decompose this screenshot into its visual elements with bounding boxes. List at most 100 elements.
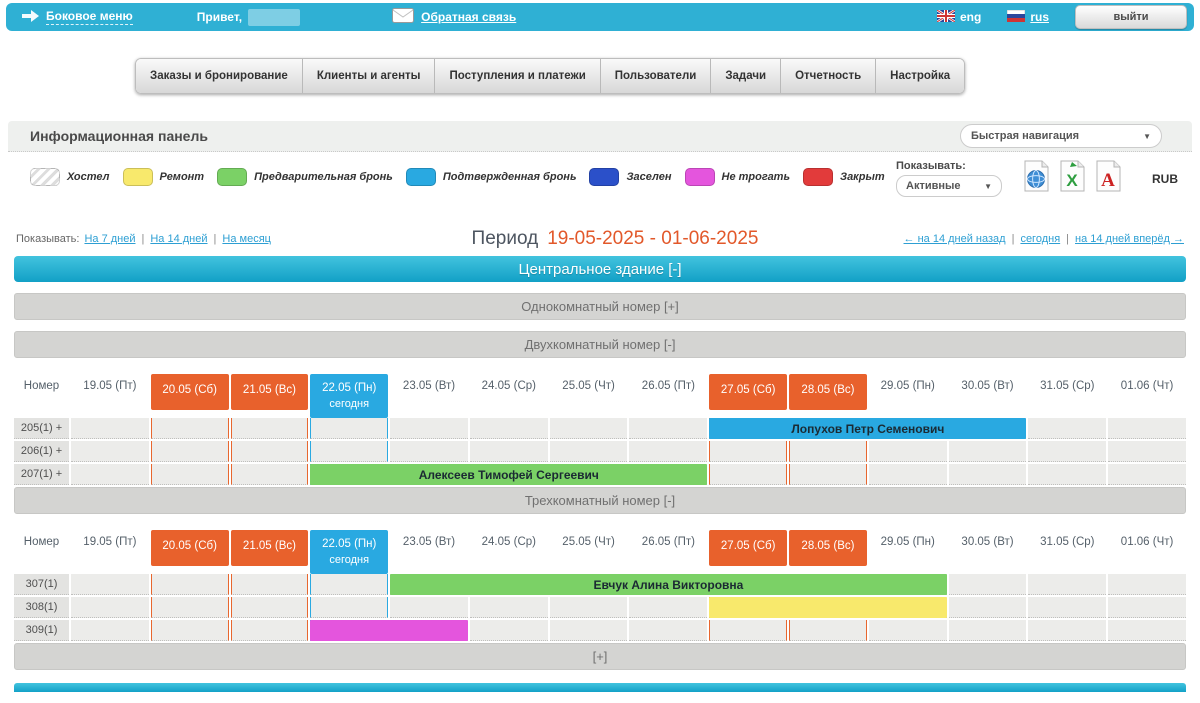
feedback-link[interactable]: Обратная связь <box>392 8 516 26</box>
period-nav-link[interactable]: сегодня <box>1006 233 1061 245</box>
day-cell[interactable] <box>71 441 149 462</box>
day-cell[interactable] <box>629 418 707 439</box>
day-cell[interactable] <box>151 620 229 641</box>
logout-button[interactable]: выйти <box>1075 5 1187 29</box>
day-cell[interactable] <box>310 418 388 439</box>
day-cell[interactable] <box>949 620 1027 641</box>
next-building-header-cutoff[interactable] <box>14 683 1186 692</box>
day-cell[interactable] <box>310 574 388 595</box>
nav-tab[interactable]: Заказы и бронирование <box>136 59 303 93</box>
room-label[interactable]: 308(1) <box>14 597 69 618</box>
day-cell[interactable] <box>470 597 548 618</box>
day-cell[interactable] <box>949 441 1027 462</box>
day-cell[interactable] <box>709 464 787 485</box>
day-cell[interactable] <box>151 441 229 462</box>
nav-tab[interactable]: Задачи <box>711 59 781 93</box>
day-cell[interactable] <box>231 597 309 618</box>
day-cell[interactable] <box>390 441 468 462</box>
day-cell[interactable] <box>1028 441 1106 462</box>
day-cell[interactable] <box>789 620 867 641</box>
day-cell[interactable] <box>1028 418 1106 439</box>
day-cell[interactable] <box>1028 620 1106 641</box>
section-header-triple-room[interactable]: Трехкомнатный номер [-] <box>14 487 1186 514</box>
room-label[interactable]: 307(1) <box>14 574 69 595</box>
day-cell[interactable] <box>231 418 309 439</box>
day-cell[interactable] <box>629 620 707 641</box>
day-cell[interactable] <box>789 464 867 485</box>
period-nav-link[interactable]: на 14 дней вперёд → <box>1060 233 1184 245</box>
day-cell[interactable] <box>709 441 787 462</box>
room-label[interactable]: 207(1) + <box>14 464 69 485</box>
nav-tab[interactable]: Поступления и платежи <box>435 59 600 93</box>
day-cell[interactable] <box>629 597 707 618</box>
day-cell[interactable] <box>789 441 867 462</box>
day-cell[interactable] <box>1028 464 1106 485</box>
nav-tab[interactable]: Отчетность <box>781 59 876 93</box>
expand-more-bar[interactable]: [+] <box>14 643 1186 670</box>
day-cell[interactable] <box>869 441 947 462</box>
room-label[interactable]: 206(1) + <box>14 441 69 462</box>
day-cell[interactable] <box>71 620 149 641</box>
pdf-export-icon[interactable]: A <box>1094 160 1122 197</box>
day-cell[interactable] <box>1108 574 1186 595</box>
day-cell[interactable] <box>1028 597 1106 618</box>
day-cell[interactable] <box>949 464 1027 485</box>
day-cell[interactable] <box>550 441 628 462</box>
day-cell[interactable] <box>151 418 229 439</box>
room-label[interactable]: 205(1) + <box>14 418 69 439</box>
day-cell[interactable] <box>629 441 707 462</box>
day-cell[interactable] <box>470 418 548 439</box>
day-cell[interactable] <box>470 441 548 462</box>
side-menu-button[interactable]: Боковое меню <box>22 9 133 25</box>
filter-dropdown[interactable]: Активные ▼ <box>896 175 1002 197</box>
nav-tab[interactable]: Пользователи <box>601 59 712 93</box>
day-cell[interactable] <box>470 620 548 641</box>
booking-bar-confirmed[interactable]: Лопухов Петр Семенович <box>709 418 1026 439</box>
booking-bar-preliminary[interactable]: Евчук Алина Викторовна <box>390 574 947 595</box>
day-cell[interactable] <box>949 574 1027 595</box>
quick-nav-dropdown[interactable]: Быстрая навигация ▼ <box>960 124 1162 148</box>
day-cell[interactable] <box>151 574 229 595</box>
day-cell[interactable] <box>151 597 229 618</box>
period-range-link[interactable]: На месяц <box>208 233 271 245</box>
day-cell[interactable] <box>869 464 947 485</box>
booking-bar-do_not_touch[interactable] <box>310 620 468 641</box>
day-cell[interactable] <box>231 464 309 485</box>
booking-bar-repair[interactable] <box>709 597 946 618</box>
day-cell[interactable] <box>709 620 787 641</box>
day-cell[interactable] <box>151 464 229 485</box>
lang-rus-link[interactable]: rus <box>1007 10 1049 25</box>
section-header-single-room[interactable]: Однокомнатный номер [+] <box>14 293 1186 320</box>
period-nav-link[interactable]: ← на 14 дней назад <box>904 233 1006 245</box>
day-cell[interactable] <box>390 597 468 618</box>
day-cell[interactable] <box>1028 574 1106 595</box>
room-label[interactable]: 309(1) <box>14 620 69 641</box>
day-cell[interactable] <box>390 418 468 439</box>
day-cell[interactable] <box>949 597 1027 618</box>
period-range-link[interactable]: На 14 дней <box>136 233 208 245</box>
day-cell[interactable] <box>71 574 149 595</box>
day-cell[interactable] <box>231 620 309 641</box>
day-cell[interactable] <box>310 597 388 618</box>
period-range-link[interactable]: На 7 дней <box>84 233 135 245</box>
day-cell[interactable] <box>71 418 149 439</box>
building-header[interactable]: Центральное здание [-] <box>14 256 1186 282</box>
html-export-icon[interactable] <box>1022 160 1050 197</box>
section-header-double-room[interactable]: Двухкомнатный номер [-] <box>14 331 1186 358</box>
day-cell[interactable] <box>550 597 628 618</box>
nav-tab[interactable]: Клиенты и агенты <box>303 59 436 93</box>
day-cell[interactable] <box>550 418 628 439</box>
day-cell[interactable] <box>1108 418 1186 439</box>
day-cell[interactable] <box>231 574 309 595</box>
day-cell[interactable] <box>1108 620 1186 641</box>
day-cell[interactable] <box>1108 464 1186 485</box>
day-cell[interactable] <box>71 597 149 618</box>
day-cell[interactable] <box>869 620 947 641</box>
day-cell[interactable] <box>71 464 149 485</box>
day-cell[interactable] <box>550 620 628 641</box>
excel-export-icon[interactable]: X <box>1058 160 1086 197</box>
booking-bar-preliminary[interactable]: Алексеев Тимофей Сергеевич <box>310 464 707 485</box>
lang-eng-link[interactable]: eng <box>937 10 981 25</box>
day-cell[interactable] <box>310 441 388 462</box>
day-cell[interactable] <box>1108 597 1186 618</box>
